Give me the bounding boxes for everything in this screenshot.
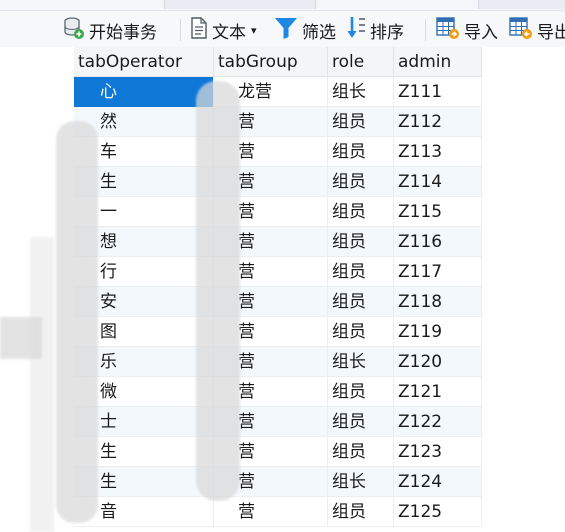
table-row[interactable]: 微营组员 Z121 (74, 377, 482, 407)
text-dropdown-button[interactable]: 文本 ▾ (190, 16, 257, 44)
cell-role[interactable]: 组员 (328, 227, 394, 257)
export-label: 导出 (537, 22, 565, 43)
data-grid: tabOperator tabGroup role admin 心龙营 组长 Z11… (0, 47, 565, 532)
privacy-blur (30, 237, 54, 532)
cell-admin[interactable]: Z118 (394, 287, 482, 317)
column-header-admin[interactable]: admin (394, 47, 482, 76)
cell-role[interactable]: 组长 (328, 467, 394, 497)
cell-admin[interactable]: Z124 (394, 467, 482, 497)
cell-role[interactable]: 组员 (328, 197, 394, 227)
cell-admin[interactable]: Z111 (394, 77, 482, 107)
cell-role[interactable]: 组员 (328, 377, 394, 407)
cell-admin[interactable]: Z112 (394, 107, 482, 137)
export-table-icon (509, 16, 533, 45)
text-label: 文本 (212, 22, 246, 43)
privacy-blur (56, 121, 98, 523)
tab-strip (0, 0, 565, 11)
cell-role[interactable]: 组长 (328, 347, 394, 377)
cell-admin[interactable]: Z122 (394, 407, 482, 437)
cell-operator[interactable]: 心 (74, 77, 214, 107)
begin-transaction-label: 开始事务 (89, 22, 157, 43)
cell-role[interactable]: 组员 (328, 497, 394, 527)
cell-role[interactable]: 组员 (328, 437, 394, 467)
grid-header: tabOperator tabGroup role admin (74, 47, 482, 77)
export-button[interactable]: 导出 (509, 16, 565, 45)
import-table-icon (436, 16, 460, 45)
filter-funnel-icon (274, 16, 298, 45)
cell-admin[interactable]: Z121 (394, 377, 482, 407)
cell-admin[interactable]: Z123 (394, 437, 482, 467)
toolbar: 开始事务 文本 ▾ 筛选 排序 导入 导出 (0, 11, 565, 48)
table-row[interactable]: 乐营组长 Z120 (74, 347, 482, 377)
cell-role[interactable]: 组员 (328, 257, 394, 287)
table-row[interactable]: 想营组员 Z116 (74, 227, 482, 257)
cell-role[interactable]: 组员 (328, 407, 394, 437)
cell-admin[interactable]: Z114 (394, 167, 482, 197)
table-row[interactable]: 图营组员 Z119 (74, 317, 482, 347)
window-tab[interactable] (478, 0, 565, 9)
column-header-tabgroup[interactable]: tabGroup (214, 47, 328, 76)
toolbar-separator (425, 19, 426, 41)
table-row[interactable]: 生营组长 Z124 (74, 467, 482, 497)
begin-transaction-button[interactable]: 开始事务 (63, 16, 157, 45)
sort-button[interactable]: 排序 (346, 15, 404, 46)
cell-role[interactable]: 组员 (328, 287, 394, 317)
table-row[interactable]: 一营组员 Z115 (74, 197, 482, 227)
table-row[interactable]: 然营组员 Z112 (74, 107, 482, 137)
cell-group[interactable]: 营 (214, 497, 328, 527)
cell-role[interactable]: 组员 (328, 107, 394, 137)
table-row[interactable]: 生营组员 Z114 (74, 167, 482, 197)
table-row[interactable]: 士营组员 Z122 (74, 407, 482, 437)
privacy-blur (196, 81, 240, 501)
sort-arrows-icon (346, 15, 366, 46)
table-row[interactable]: 音营组员 Z125 (74, 497, 482, 527)
sort-label: 排序 (370, 22, 404, 43)
filter-label: 筛选 (302, 22, 336, 43)
cell-admin[interactable]: Z116 (394, 227, 482, 257)
table-row[interactable]: 心龙营 组长 Z111 (74, 77, 482, 107)
import-button[interactable]: 导入 (436, 16, 498, 45)
document-text-icon (190, 16, 208, 44)
toolbar-separator (180, 19, 181, 41)
import-label: 导入 (464, 22, 498, 43)
column-header-taboperator[interactable]: tabOperator (74, 47, 214, 76)
table-row[interactable]: 安营组员 Z118 (74, 287, 482, 317)
window-tab[interactable] (164, 0, 316, 9)
grid-rows: 心龙营 组长 Z111 然营组员 Z112 车营组员 Z113 生营组员 Z114 一营组员 Z11… (74, 77, 482, 527)
cell-role[interactable]: 组员 (328, 167, 394, 197)
table-row[interactable]: 车营组员 Z113 (74, 137, 482, 167)
table-row[interactable]: 生营组员 Z123 (74, 437, 482, 467)
table-row[interactable]: 行营组员 Z117 (74, 257, 482, 287)
cell-admin[interactable]: Z119 (394, 317, 482, 347)
cell-admin[interactable]: Z125 (394, 497, 482, 527)
database-transaction-icon (63, 16, 85, 45)
filter-button[interactable]: 筛选 (274, 17, 336, 43)
column-header-role[interactable]: role (328, 47, 394, 76)
cell-role[interactable]: 组长 (328, 77, 394, 107)
cell-admin[interactable]: Z120 (394, 347, 482, 377)
cell-admin[interactable]: Z115 (394, 197, 482, 227)
cell-role[interactable]: 组员 (328, 137, 394, 167)
cell-role[interactable]: 组员 (328, 317, 394, 347)
cell-admin[interactable]: Z113 (394, 137, 482, 167)
chevron-down-icon: ▾ (251, 23, 257, 37)
cell-admin[interactable]: Z117 (394, 257, 482, 287)
